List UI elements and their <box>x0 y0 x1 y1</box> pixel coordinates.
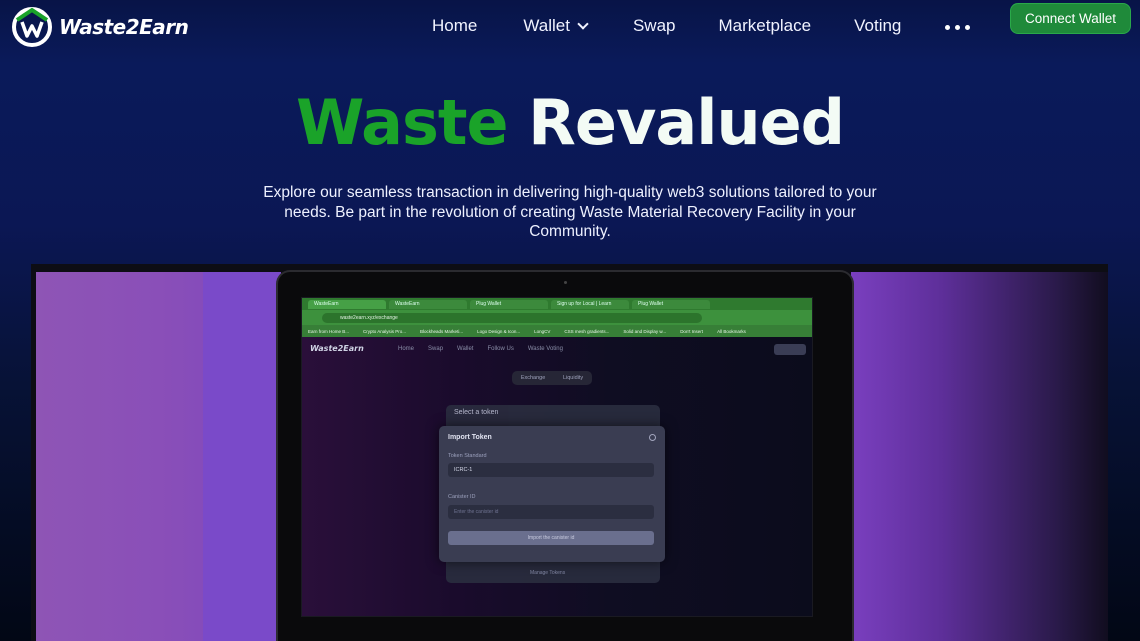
bookmark-item: Crypto Analysis Pro... <box>363 328 407 334</box>
nav-wallet[interactable]: Wallet <box>523 16 589 36</box>
preview-canister-input: Enter the canister id <box>448 505 654 519</box>
connect-wallet-button[interactable]: Connect Wallet <box>1010 3 1131 34</box>
bookmark-item: Solid and Display w... <box>623 328 667 334</box>
preview-nav-item: Waste Voting <box>527 346 563 352</box>
nav-marketplace[interactable]: Marketplace <box>719 16 812 36</box>
showcase-bg-right <box>851 272 1108 641</box>
product-showcase: WasteEarn WasteEarn Plug Wallet Sign up … <box>31 264 1108 641</box>
brand-logo[interactable]: Waste2Earn <box>11 6 189 48</box>
browser-bookmarks: Earn from Home B... Crypto Analysis Pro.… <box>302 325 812 337</box>
preview-card-title: Select a token <box>454 409 499 416</box>
webcam-icon <box>564 281 567 284</box>
browser-tab: Plug Wallet <box>470 299 548 309</box>
preview-standard-select: ICRC-1 <box>448 463 654 477</box>
browser-url: waste2earn.xyz/exchange <box>322 312 702 323</box>
nav-home[interactable]: Home <box>432 16 477 36</box>
preview-label-standard: Token Standard <box>448 453 487 459</box>
bookmark-item: Blockheads Marketi... <box>420 328 464 334</box>
preview-import-modal: Import Token Token Standard ICRC-1 Canis… <box>439 426 665 562</box>
preview-footer-text: Manage Tokens <box>530 570 566 576</box>
preview-toggle: Exchange Liquidity <box>512 371 592 385</box>
preview-nav-item: Wallet <box>457 346 474 352</box>
bookmark-item: CSS mesh gradients... <box>564 328 610 334</box>
preview-navbar: Waste2Earn Home Swap Wallet Follow Us Wa… <box>310 341 806 359</box>
browser-tab: WasteEarn <box>308 299 386 309</box>
preview-page: Waste2Earn Home Swap Wallet Follow Us Wa… <box>302 337 812 616</box>
preview-label-canister: Canister ID <box>448 494 476 500</box>
browser-tab: WasteEarn <box>389 299 467 309</box>
preview-connect-button <box>774 344 806 355</box>
preview-logo: Waste2Earn <box>310 344 364 353</box>
bookmark-item: Logo Design & Icon... <box>477 328 521 334</box>
bookmark-item: LongCV <box>534 328 551 334</box>
preview-nav-item: Follow Us <box>487 346 514 352</box>
preview-import-button: Import the canister id <box>448 531 654 545</box>
brand-name: Waste2Earn <box>59 15 189 39</box>
preview-nav-item: Swap <box>428 346 444 352</box>
bookmark-item: All Bookmarks <box>717 328 746 334</box>
chevron-down-icon <box>577 18 589 30</box>
nav-swap[interactable]: Swap <box>633 16 676 36</box>
nav-links: Home Wallet Swap Marketplace Voting <box>432 16 971 36</box>
hero-title-waste: Waste <box>295 86 509 159</box>
browser-urlbar: waste2earn.xyz/exchange <box>302 310 812 325</box>
browser-tabbar: WasteEarn WasteEarn Plug Wallet Sign up … <box>302 298 812 310</box>
preview-toggle-exchange: Exchange <box>520 375 546 381</box>
bookmark-item: Don't Insert <box>680 328 704 334</box>
nav-voting[interactable]: Voting <box>854 16 901 36</box>
nav-wallet-label: Wallet <box>523 16 570 35</box>
preview-modal-title: Import Token <box>448 434 492 441</box>
browser-tab: Sign up for Local | Learn <box>551 299 629 309</box>
bookmark-item: Earn from Home B... <box>308 328 350 334</box>
hero-title-revalued: Revalued <box>528 86 845 159</box>
preview-nav-links: Home Swap Wallet Follow Us Waste Voting <box>398 346 563 352</box>
preview-toggle-liquidity: Liquidity <box>562 375 584 381</box>
laptop-mockup: WasteEarn WasteEarn Plug Wallet Sign up … <box>276 270 854 641</box>
hero-subtitle: Explore our seamless transaction in deli… <box>263 184 877 240</box>
close-icon <box>649 434 656 441</box>
laptop-screen: WasteEarn WasteEarn Plug Wallet Sign up … <box>301 297 813 617</box>
preview-nav-item: Home <box>398 346 415 352</box>
hero-title: Waste Revalued <box>0 84 1140 162</box>
top-navbar: Waste2Earn Home Wallet Swap Marketplace … <box>0 0 1140 54</box>
showcase-bg-left-strip <box>203 272 281 641</box>
browser-tab: Plug Wallet <box>632 299 710 309</box>
waste2earn-logo-icon <box>12 7 52 47</box>
more-menu-icon[interactable] <box>945 24 971 30</box>
